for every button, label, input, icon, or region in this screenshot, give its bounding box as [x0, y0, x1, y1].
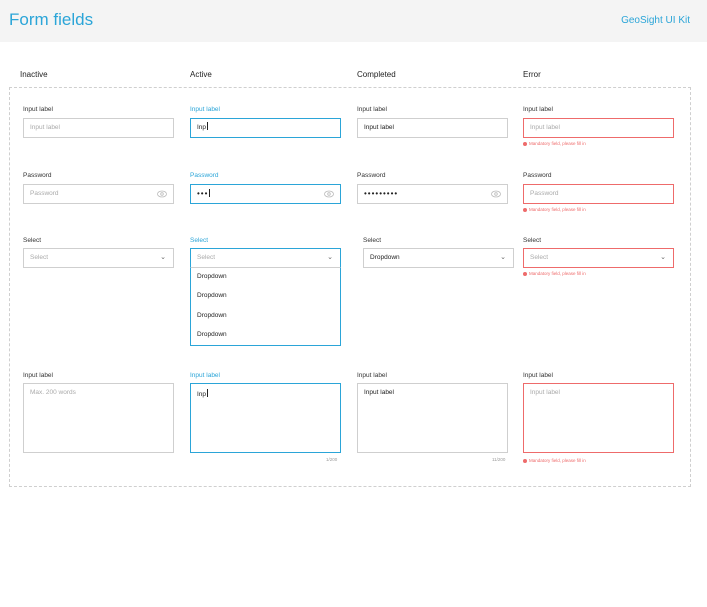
error-message: Mandatory field, please fill in [523, 271, 586, 276]
select-inactive[interactable]: Select ⌄ [23, 248, 174, 268]
text-input-inactive[interactable]: Input label [23, 118, 174, 138]
chevron-down-icon: ⌄ [327, 254, 333, 261]
select-active[interactable]: Select ⌄ [190, 248, 341, 268]
dropdown-option[interactable]: Dropdown [197, 331, 227, 338]
error-message: Mandatory field, please fill in [523, 458, 586, 463]
select-label-error: Select [523, 237, 542, 244]
column-heading-active: Active [190, 70, 212, 79]
column-heading-completed: Completed [357, 70, 396, 79]
select-label-inactive: Select [23, 237, 42, 244]
password-input-inactive[interactable]: Password [23, 184, 174, 204]
text-cursor [207, 122, 209, 130]
column-heading-error: Error [523, 70, 541, 79]
eye-icon[interactable] [324, 190, 334, 198]
dropdown-option[interactable]: Dropdown [197, 292, 227, 299]
column-heading-inactive: Inactive [20, 70, 48, 79]
kit-name: GeoSight UI Kit [621, 15, 690, 26]
textarea-label-error: Input label [523, 372, 553, 379]
error-message: Mandatory field, please fill in [523, 207, 586, 212]
dropdown-menu: Dropdown Dropdown Dropdown Dropdown [190, 268, 341, 346]
input-label-error: Input label [523, 106, 553, 113]
textarea-label-active: Input label [190, 372, 220, 379]
select-label-completed: Select [363, 237, 382, 244]
eye-icon[interactable] [491, 190, 501, 198]
select-label-active: Select [190, 237, 209, 244]
character-counter: 11/200 [492, 457, 506, 462]
password-label-active: Password [190, 172, 219, 179]
text-cursor [207, 389, 209, 397]
dropdown-option[interactable]: Dropdown [197, 273, 227, 280]
dropdown-option[interactable]: Dropdown [197, 312, 227, 319]
text-input-error[interactable]: Input label [523, 118, 674, 138]
textarea-active[interactable]: Inp [190, 383, 341, 453]
select-completed[interactable]: Dropdown ⌄ [363, 248, 514, 268]
text-input-completed[interactable]: Input label [357, 118, 508, 138]
chevron-down-icon: ⌄ [500, 254, 506, 261]
error-dot-icon [523, 272, 527, 276]
input-label-active: Input label [190, 106, 220, 113]
error-dot-icon [523, 459, 527, 463]
textarea-error[interactable]: Input label [523, 383, 674, 453]
page-title: Form fields [9, 10, 94, 29]
textarea-label-inactive: Input label [23, 372, 53, 379]
textarea-label-completed: Input label [357, 372, 387, 379]
password-input-completed[interactable]: ••••••••• [357, 184, 508, 204]
character-counter: 1/200 [326, 457, 338, 462]
password-label-completed: Password [357, 172, 386, 179]
chevron-down-icon: ⌄ [160, 254, 166, 261]
text-input-active[interactable]: Inp [190, 118, 341, 138]
eye-icon[interactable] [157, 190, 167, 198]
page-header: Form fields GeoSight UI Kit [0, 0, 707, 42]
text-cursor [209, 189, 211, 197]
password-label-inactive: Password [23, 172, 52, 179]
password-input-active[interactable]: ••• [190, 184, 341, 204]
password-input-error[interactable]: Password [523, 184, 674, 204]
error-dot-icon [523, 142, 527, 146]
password-label-error: Password [523, 172, 552, 179]
input-label-completed: Input label [357, 106, 387, 113]
textarea-inactive[interactable]: Max. 200 words [23, 383, 174, 453]
error-message: Mandatory field, please fill in [523, 141, 586, 146]
error-dot-icon [523, 208, 527, 212]
chevron-down-icon: ⌄ [660, 254, 666, 261]
select-error[interactable]: Select ⌄ [523, 248, 674, 268]
textarea-completed[interactable]: Input label [357, 383, 508, 453]
input-label-inactive: Input label [23, 106, 53, 113]
